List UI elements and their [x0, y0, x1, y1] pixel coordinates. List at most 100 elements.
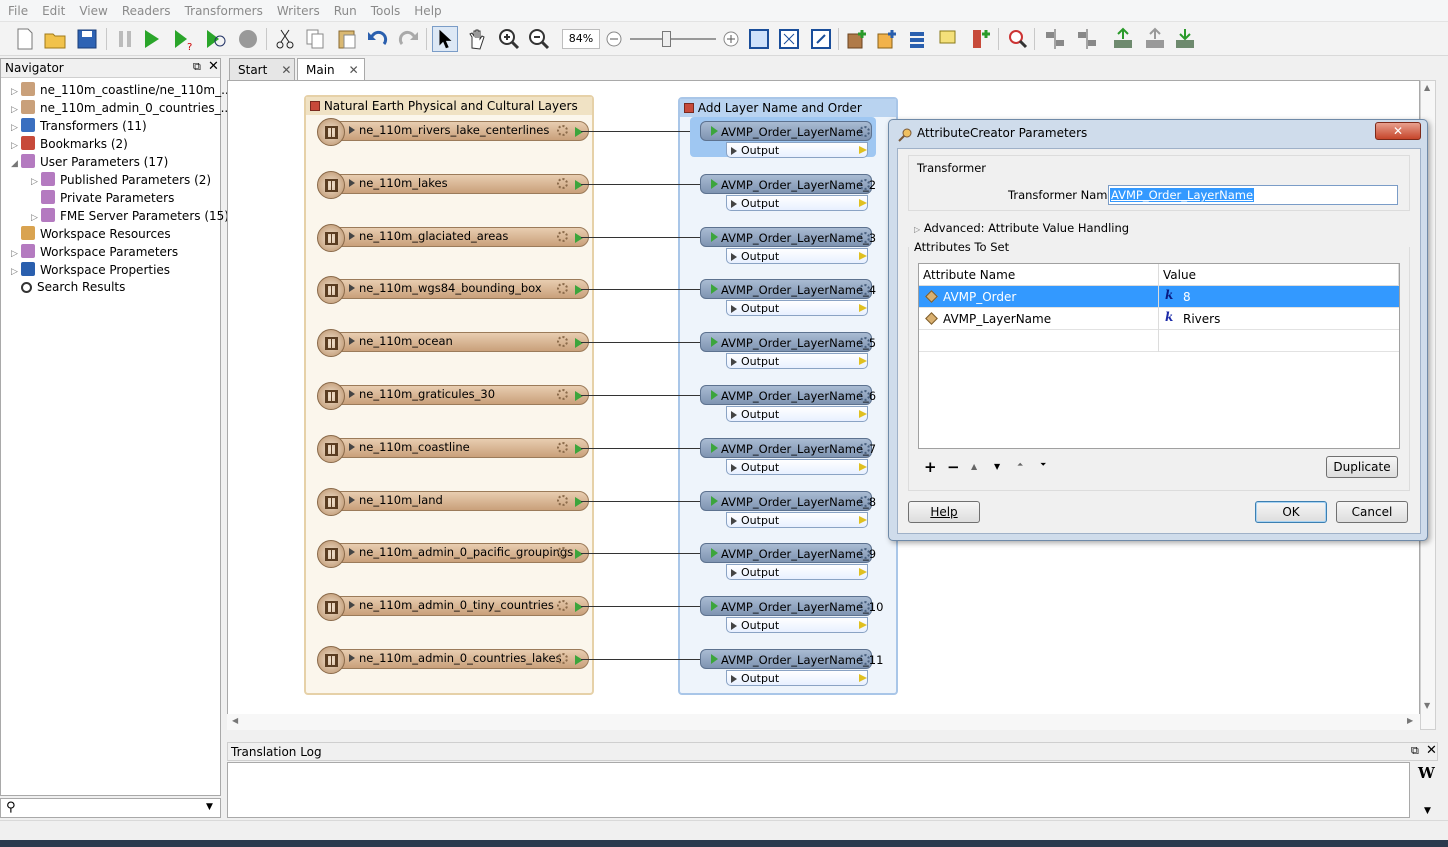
gear-icon[interactable] — [859, 231, 870, 243]
navigator-item[interactable]: ▷ ne_110m_coastline/ne_110m_... — [11, 82, 233, 100]
navigator-item[interactable]: Private Parameters — [31, 190, 174, 208]
gear-icon[interactable] — [859, 442, 870, 454]
output-connector[interactable] — [859, 621, 867, 630]
duplicate-button[interactable]: Duplicate — [1326, 456, 1398, 478]
expand-arrow-icon[interactable]: ▷ — [31, 177, 41, 187]
input-port[interactable] — [711, 126, 718, 136]
output-connector[interactable] — [859, 462, 867, 471]
output-connector[interactable] — [859, 146, 867, 154]
output-port[interactable] — [575, 232, 583, 243]
output-port[interactable] — [575, 285, 583, 296]
reader-feature-type[interactable]: ne_110m_wgs84_bounding_box — [317, 276, 589, 305]
expand-arrow-icon[interactable] — [349, 390, 355, 398]
output-port[interactable]: Output — [726, 194, 868, 211]
connection-line[interactable] — [581, 342, 701, 344]
attribute-value-cell[interactable]: 8 — [1183, 290, 1191, 304]
redo-icon[interactable] — [396, 26, 422, 52]
reader-feature-type[interactable]: ne_110m_admin_0_countries_lakes — [317, 646, 589, 674]
cancel-button[interactable]: Cancel — [1336, 501, 1408, 523]
navigator-item[interactable]: Workspace Resources — [11, 226, 171, 244]
expand-arrow-icon[interactable]: ◢ — [11, 159, 21, 169]
chevron-right-icon[interactable]: ▶ — [1407, 716, 1413, 725]
output-port[interactable]: Output — [726, 406, 868, 422]
close-icon[interactable]: ✕ — [1426, 743, 1437, 758]
connection-line[interactable] — [581, 659, 701, 660]
pan-hand-icon[interactable] — [464, 26, 490, 52]
output-port[interactable]: Output — [726, 564, 868, 581]
run-with-prompt-icon[interactable]: ? — [170, 26, 196, 52]
expand-arrow-icon[interactable]: ▷ — [11, 105, 21, 115]
reader-feature-type[interactable]: ne_110m_land — [317, 487, 589, 516]
zoom-selection-icon[interactable] — [808, 26, 834, 52]
output-connector[interactable] — [859, 674, 867, 682]
gear-icon[interactable] — [557, 494, 568, 506]
translation-log[interactable] — [227, 762, 1410, 818]
undo-icon[interactable] — [364, 26, 390, 52]
reader-feature-type[interactable]: ne_110m_admin_0_tiny_countries — [317, 593, 589, 622]
expand-arrow-icon[interactable] — [731, 199, 737, 208]
expand-arrow-icon[interactable] — [349, 548, 355, 557]
connection-line[interactable] — [581, 500, 701, 502]
open-folder-icon[interactable] — [42, 26, 68, 52]
chevron-down-icon[interactable]: ▼ — [1424, 701, 1430, 710]
menu-tools[interactable]: Tools — [371, 0, 401, 18]
output-port[interactable] — [575, 179, 583, 190]
inspector-icon[interactable] — [1005, 26, 1031, 52]
tab-main[interactable]: Main ✕ — [297, 58, 365, 81]
float-icon[interactable]: ⧉ — [1411, 744, 1419, 758]
stop-icon[interactable] — [235, 26, 261, 52]
zoom-level-field[interactable]: 84% — [562, 29, 600, 49]
expand-arrow-icon[interactable]: ▷ — [11, 267, 21, 277]
close-icon[interactable]: ✕ — [281, 63, 291, 77]
navigator-item[interactable]: Search Results — [11, 280, 125, 298]
move-top-icon[interactable]: ⏶ — [1017, 460, 1023, 470]
gear-icon[interactable] — [557, 230, 568, 242]
attribute-name-cell[interactable]: AVMP_Order — [943, 290, 1016, 304]
output-port[interactable] — [575, 655, 583, 665]
close-icon[interactable]: ✕ — [349, 63, 359, 77]
expand-arrow-icon[interactable] — [731, 305, 737, 314]
output-connector[interactable] — [859, 251, 867, 260]
reader-feature-type[interactable]: ne_110m_glaciated_areas — [317, 223, 589, 252]
attributes-table[interactable]: Attribute Name Value AVMP_Order k 8 AVMP_La… — [918, 263, 1400, 449]
zoom-slider[interactable] — [630, 38, 716, 40]
reader-feature-type[interactable]: ne_110m_graticules_30 — [317, 382, 589, 410]
gear-icon[interactable] — [557, 389, 568, 400]
input-port[interactable] — [711, 390, 718, 400]
attribute-name-cell[interactable]: AVMP_LayerName — [943, 312, 1051, 326]
attributecreator-transformer[interactable]: AVMP_Order_LayerName_5 Output — [696, 332, 876, 372]
add-writer-icon[interactable] — [874, 26, 900, 52]
expand-arrow-icon[interactable] — [731, 675, 737, 683]
output-port[interactable] — [575, 602, 583, 613]
navigator-item[interactable]: ▷ Workspace Parameters — [11, 244, 178, 262]
output-connector[interactable] — [859, 304, 867, 313]
connection-line[interactable] — [581, 395, 701, 396]
expand-arrow-icon[interactable] — [349, 495, 355, 504]
output-port[interactable] — [575, 496, 583, 507]
navigator-item[interactable]: ▷ ne_110m_admin_0_countries_... — [11, 100, 232, 118]
expand-arrow-icon[interactable] — [349, 442, 355, 451]
input-port[interactable] — [711, 337, 718, 348]
output-port[interactable] — [575, 338, 583, 349]
menu-transformers[interactable]: Transformers — [185, 0, 263, 18]
chevron-down-icon[interactable]: ▼ — [1424, 806, 1431, 816]
log-filter-icon[interactable]: W — [1418, 764, 1438, 784]
publish-icon[interactable] — [1142, 26, 1168, 52]
table-row[interactable]: AVMP_LayerName k Rivers — [919, 308, 1399, 330]
attributecreator-transformer[interactable]: AVMP_Order_LayerName_4 Output — [696, 279, 876, 319]
reader-feature-type[interactable]: ne_110m_admin_0_pacific_groupings — [317, 540, 589, 569]
output-port[interactable] — [575, 391, 583, 401]
gear-icon[interactable] — [557, 177, 568, 189]
input-port[interactable] — [711, 654, 718, 664]
output-connector[interactable] — [859, 198, 867, 207]
menu-help[interactable]: Help — [414, 0, 441, 18]
remove-row-icon[interactable]: − — [947, 458, 960, 476]
gear-icon[interactable] — [557, 125, 568, 136]
move-bottom-icon[interactable]: ⏷ — [1040, 460, 1046, 470]
connection-line[interactable] — [581, 606, 701, 608]
zoom-slider-thumb[interactable] — [662, 31, 671, 47]
output-connector[interactable] — [859, 357, 867, 366]
attributecreator-transformer[interactable]: AVMP_Order_LayerName Output — [690, 117, 876, 158]
connection-line[interactable] — [581, 289, 701, 291]
attributecreator-transformer[interactable]: AVMP_Order_LayerName_9 Output — [696, 543, 876, 583]
